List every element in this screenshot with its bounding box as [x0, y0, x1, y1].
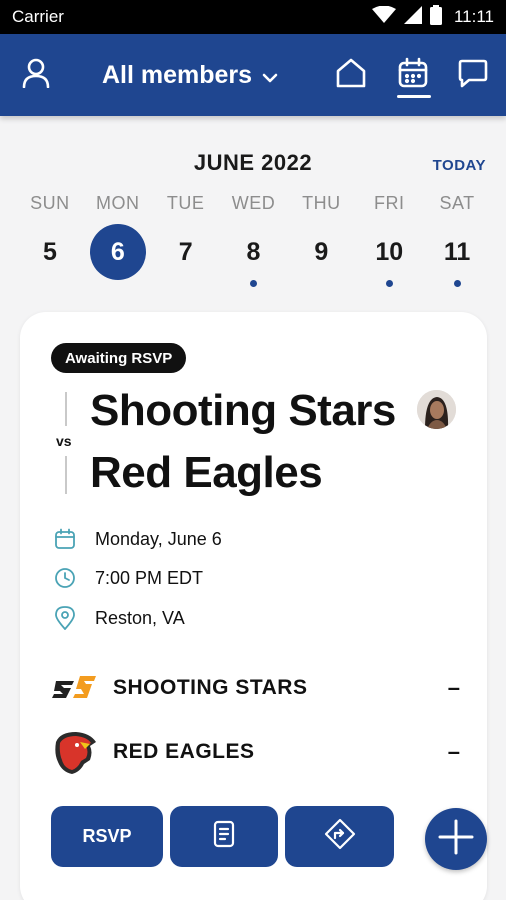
event-time-row: 7:00 PM EDT: [53, 566, 203, 590]
directions-button[interactable]: [285, 806, 394, 867]
event-time: 7:00 PM EDT: [95, 567, 204, 588]
today-button[interactable]: TODAY: [433, 157, 486, 174]
chat-icon: [457, 58, 489, 93]
team-name: RED EAGLES: [113, 740, 255, 763]
team-row-shooting-stars[interactable]: SHOOTING STARS –: [50, 663, 460, 713]
team-row-red-eagles[interactable]: RED EAGLES –: [50, 727, 460, 777]
event-location-row[interactable]: Reston, VA: [53, 606, 185, 630]
carrier-label: Carrier: [12, 7, 64, 26]
calendar-icon: [397, 57, 429, 94]
date-number: 8: [246, 237, 261, 266]
notes-button[interactable]: [170, 806, 278, 867]
person-icon: [22, 58, 50, 93]
chevron-down-icon: [262, 61, 278, 90]
profile-button[interactable]: [14, 34, 58, 116]
weekday-label: SUN: [30, 193, 70, 213]
calendar-month-title: JUNE 2022: [193, 150, 313, 175]
event-location: Reston, VA: [95, 607, 185, 628]
battery-icon: [429, 4, 442, 30]
date-number: 5: [42, 237, 57, 266]
rsvp-button[interactable]: RSVP: [51, 806, 163, 867]
day-sun[interactable]: SUN 5: [16, 190, 84, 287]
plus-icon: [438, 819, 474, 860]
clock: 11:11: [453, 7, 494, 26]
event-date: Monday, June 6: [95, 528, 222, 549]
directions-icon: [324, 818, 356, 855]
weekday-label: FRI: [373, 193, 405, 213]
status-bar: Carrier 11:11: [0, 0, 506, 34]
event-date-row: Monday, June 6: [53, 527, 222, 551]
shooting-stars-logo: [50, 663, 100, 713]
vs-divider-top: [65, 392, 67, 426]
date-number: 10: [375, 237, 404, 266]
day-thu[interactable]: THU 9: [287, 190, 355, 287]
active-tab-indicator: [397, 95, 431, 98]
app-header: All members: [0, 34, 506, 116]
weekday-label: MON: [96, 193, 140, 213]
avatar[interactable]: [417, 390, 456, 429]
status-badge: Awaiting RSVP: [51, 343, 187, 373]
team-score: –: [447, 739, 460, 764]
red-eagles-logo: [50, 727, 100, 777]
event-indicator-dot: [385, 280, 393, 287]
weekday-label: SAT: [439, 193, 475, 213]
day-fri[interactable]: FRI 10: [355, 190, 423, 287]
document-icon: [213, 820, 235, 853]
selected-date-number: 6: [89, 224, 146, 280]
team-name: SHOOTING STARS: [113, 676, 308, 699]
weekday-label: WED: [231, 193, 276, 213]
day-wed[interactable]: WED 8: [220, 190, 288, 287]
event-indicator-dot: [250, 280, 257, 287]
signal-icon: [403, 5, 422, 29]
vs-label: vs: [56, 433, 72, 449]
member-filter-dropdown[interactable]: All members: [102, 34, 278, 116]
day-mon[interactable]: MON 6: [84, 190, 152, 287]
weekday-label: THU: [302, 193, 341, 213]
weekday-label: TUE: [166, 193, 205, 213]
week-strip: SUN 5 MON 6 TUE 7 WED 8 THU 9 FRI 10 SAT…: [16, 190, 491, 287]
date-number: 11: [443, 237, 471, 266]
day-sat[interactable]: SAT 11: [423, 190, 491, 287]
status-icons: 11:11: [371, 4, 494, 30]
event-indicator-dot: [453, 280, 461, 287]
date-number: 7: [178, 237, 193, 266]
home-tab[interactable]: [330, 34, 372, 116]
location-pin-icon: [53, 606, 77, 630]
messages-tab[interactable]: [452, 34, 494, 116]
home-icon: [335, 58, 367, 93]
event-card[interactable]: Awaiting RSVP vs Shooting Stars Red Eagl…: [20, 312, 487, 900]
team-score: –: [447, 675, 460, 700]
member-filter-label: All members: [102, 60, 253, 89]
wifi-icon: [371, 5, 396, 29]
vs-divider-bottom: [65, 456, 67, 494]
away-team-title: Red Eagles: [90, 448, 323, 497]
date-number: 9: [314, 237, 329, 266]
add-event-button[interactable]: [425, 808, 487, 870]
calendar-icon: [53, 527, 77, 551]
clock-icon: [53, 566, 77, 590]
home-team-title: Shooting Stars: [90, 386, 396, 435]
calendar-tab[interactable]: [392, 34, 434, 116]
day-tue[interactable]: TUE 7: [152, 190, 220, 287]
